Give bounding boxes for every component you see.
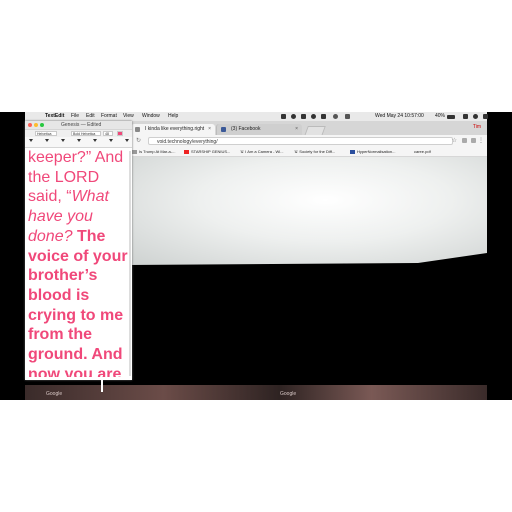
- tab-favicon-icon: [135, 127, 140, 132]
- textedit-window: Genesis — Edited Helvetica Bold Helvetic…: [25, 121, 132, 380]
- scrollbar[interactable]: [129, 151, 131, 376]
- minimize-window-icon[interactable]: [34, 123, 38, 127]
- battery-icon[interactable]: [447, 114, 455, 119]
- font-family-select[interactable]: Bold Helvetica: [71, 131, 101, 136]
- menu-help[interactable]: Help: [168, 112, 178, 121]
- close-window-icon[interactable]: [28, 123, 32, 127]
- facebook-icon: [221, 127, 226, 132]
- text-color-swatch[interactable]: [117, 131, 123, 136]
- status-icon-4[interactable]: [311, 114, 316, 119]
- tab-everything[interactable]: I kinda like everything.right ×: [131, 124, 215, 135]
- paragraph-style-select[interactable]: Helvetica: [35, 131, 57, 136]
- list-icon[interactable]: [483, 114, 488, 119]
- tab-stop-icon[interactable]: [125, 139, 129, 142]
- bookmark-item[interactable]: '&' Society for the Diff...: [294, 147, 335, 156]
- menu-view[interactable]: View: [123, 112, 134, 121]
- wifi-icon[interactable]: [333, 114, 338, 119]
- bookmark-icon: [132, 150, 137, 154]
- status-icon-5[interactable]: [321, 114, 326, 119]
- menu-file[interactable]: File: [71, 112, 79, 121]
- menu-format[interactable]: Format: [101, 112, 117, 121]
- bookmark-star-icon[interactable]: ☆: [452, 137, 457, 144]
- bookmarks-bar: Is Trump At Mar-a-... STARSHIP GENIUS...…: [128, 147, 487, 157]
- volume-icon[interactable]: [345, 114, 350, 119]
- text-bold: The voice of your brother’s blood is cry…: [28, 227, 128, 377]
- bookmark-item[interactable]: caree.pdf: [414, 147, 431, 156]
- app-menu[interactable]: TextEdit: [45, 112, 64, 121]
- url-text: void.technology/everything/: [157, 139, 218, 145]
- desktop-label-2: Google: [280, 391, 297, 397]
- clock[interactable]: Wed May 24 10:57:00: [375, 112, 424, 121]
- user-icon[interactable]: [463, 114, 468, 119]
- tab-stop-icon[interactable]: [45, 139, 49, 142]
- bookmark-icon: [350, 150, 355, 154]
- 3d-scene-sky: [128, 157, 487, 265]
- tab-stop-icon[interactable]: [93, 139, 97, 142]
- desktop-background: [25, 385, 487, 400]
- reload-icon[interactable]: ↻: [136, 137, 141, 144]
- menu-icon[interactable]: ⋮: [478, 137, 484, 144]
- search-icon[interactable]: [473, 114, 478, 119]
- ruler[interactable]: [25, 137, 132, 148]
- font-size-field[interactable]: 48: [103, 131, 113, 136]
- tab-strip: I kinda like everything.right × (3) Face…: [128, 121, 487, 136]
- menu-window[interactable]: Window: [142, 112, 160, 121]
- menu-edit[interactable]: Edit: [86, 112, 95, 121]
- tab-stop-icon[interactable]: [109, 139, 113, 142]
- close-tab-icon[interactable]: ×: [295, 124, 298, 135]
- status-icon-1[interactable]: [281, 114, 286, 119]
- browser-window: I kinda like everything.right × (3) Face…: [128, 121, 487, 385]
- 3d-scene-ground: [128, 253, 487, 293]
- bookmark-item[interactable]: Is Trump At Mar-a-...: [132, 147, 175, 156]
- battery-percent[interactable]: 40%: [435, 112, 445, 121]
- tab-stop-icon[interactable]: [77, 139, 81, 142]
- bookmark-item[interactable]: HyperNormalisation...: [350, 147, 395, 156]
- tab-label: (3) Facebook: [231, 126, 261, 132]
- bookmark-item[interactable]: '&' I Am a Camera - Wi...: [240, 147, 284, 156]
- youtube-icon: [184, 150, 189, 154]
- profile-name[interactable]: Tim: [473, 124, 481, 130]
- tab-label: I kinda like everything.right: [145, 126, 205, 132]
- bottom-letterbox: [0, 400, 512, 512]
- tab-stop-icon[interactable]: [29, 139, 33, 142]
- close-tab-icon[interactable]: ×: [208, 124, 211, 135]
- document-title: Genesis — Edited: [61, 122, 102, 128]
- desktop-label-1: Google: [46, 391, 63, 397]
- window-edge-highlight: [101, 380, 103, 392]
- status-icon-3[interactable]: [301, 114, 306, 119]
- document-text-area[interactable]: keeper?” And the LORD said, “What have y…: [28, 148, 129, 377]
- status-icon-2[interactable]: [291, 114, 296, 119]
- address-bar[interactable]: void.technology/everything/: [148, 137, 453, 145]
- screen: Google Google TextEdit File Edit Format …: [0, 0, 512, 512]
- address-row: ↻ void.technology/everything/ ☆ ⋮: [128, 135, 487, 147]
- textedit-titlebar[interactable]: Genesis — Edited: [25, 121, 132, 129]
- top-letterbox: [0, 0, 512, 112]
- tab-stop-icon[interactable]: [61, 139, 65, 142]
- tab-facebook[interactable]: (3) Facebook ×: [216, 124, 302, 135]
- web-content[interactable]: [128, 157, 487, 385]
- bookmark-item[interactable]: STARSHIP GENIUS...: [184, 147, 230, 156]
- extension-icon[interactable]: [462, 138, 467, 143]
- extension-icon-2[interactable]: [471, 138, 476, 143]
- zoom-window-icon[interactable]: [40, 123, 44, 127]
